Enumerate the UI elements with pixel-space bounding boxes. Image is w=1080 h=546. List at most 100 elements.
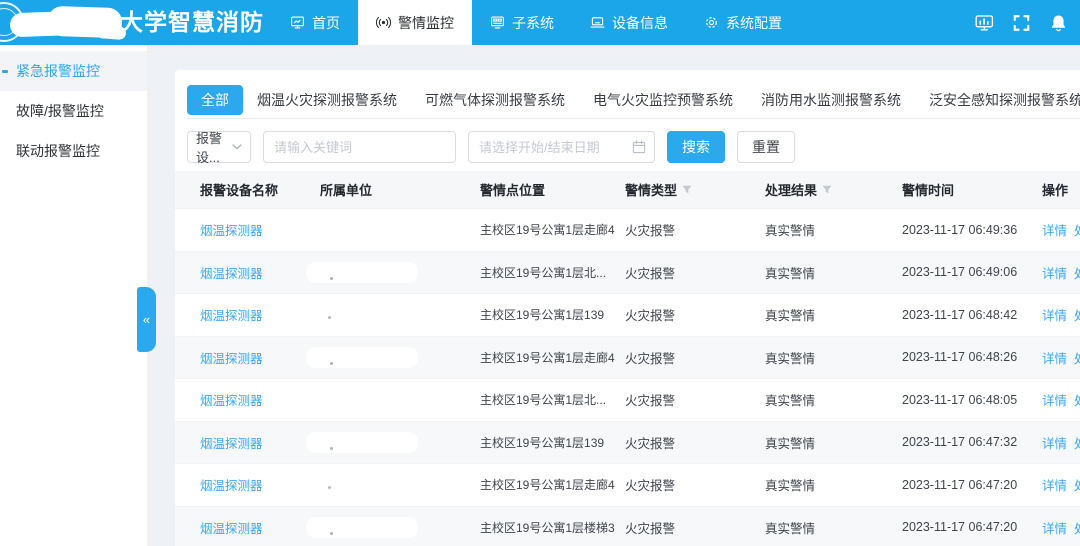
table-row: 烟温探测器 主校区19号公寓1层走廊4 火灾报警 真实警情 2023-11-17… <box>175 463 1080 506</box>
nav-item-home[interactable]: 首页 <box>272 0 358 45</box>
device-cell: 烟温探测器 <box>187 263 307 282</box>
sidebar-item-emergency-alarm-monitor[interactable]: 紧急报警监控 <box>0 51 147 91</box>
result-cell: 真实警情 <box>752 433 889 452</box>
device-cell: 烟温探测器 <box>187 433 307 452</box>
filter-bar: 报警设... 搜索 重置 <box>187 131 1080 163</box>
calendar-icon[interactable] <box>632 140 646 154</box>
handle-link[interactable]: 处理 <box>1074 390 1080 409</box>
dashboard-chart-button[interactable] <box>975 14 994 32</box>
location-cell: 主校区19号公寓1层北... <box>467 264 612 281</box>
search-button[interactable]: 搜索 <box>667 131 725 163</box>
device-link[interactable]: 烟温探测器 <box>200 479 263 493</box>
unit-cell <box>307 478 467 492</box>
tab-electrical-fire[interactable]: 电气火灾监控预警系统 <box>579 85 747 115</box>
location-cell: 主校区19号公寓1层139 <box>467 434 612 451</box>
handle-link[interactable]: 处理 <box>1074 263 1080 282</box>
result-cell: 真实警情 <box>752 263 889 282</box>
detail-link[interactable]: 详情 <box>1042 475 1067 494</box>
header-actions <box>975 0 1068 45</box>
time-cell: 2023-11-17 06:47:20 <box>889 520 1029 534</box>
detail-link[interactable]: 详情 <box>1042 263 1067 282</box>
location-cell: 主校区19号公寓1层楼梯3 <box>467 519 612 536</box>
nav-item-system-config[interactable]: 系统配置 <box>686 0 800 45</box>
operations-cell: 详情 处理 <box>1029 263 1080 282</box>
table-row: 烟温探测器 主校区19号公寓1层北... 火灾报警 真实警情 2023-11-1… <box>175 251 1080 294</box>
tab-smoke-temp[interactable]: 烟温火灾探测报警系统 <box>243 85 411 115</box>
alarm-monitor-icon <box>376 15 391 30</box>
sidebar-item-fault-alarm-monitor[interactable]: 故障/报警监控 <box>0 91 147 131</box>
tab-combustible-gas[interactable]: 可燃气体探测报警系统 <box>411 85 579 115</box>
device-link[interactable]: 烟温探测器 <box>200 352 263 366</box>
detail-link[interactable]: 详情 <box>1042 220 1067 239</box>
notifications-button[interactable] <box>1049 14 1068 32</box>
nav-item-alarm-monitor[interactable]: 警情监控 <box>358 0 472 45</box>
date-range-field <box>468 131 655 163</box>
filter-icon[interactable] <box>682 185 692 195</box>
unit-cell <box>307 432 467 453</box>
column-header: 报警设备名称 <box>187 180 307 199</box>
device-link[interactable]: 烟温探测器 <box>200 437 263 451</box>
result-cell: 真实警情 <box>752 390 889 409</box>
reset-button[interactable]: 重置 <box>737 131 795 163</box>
result-cell: 真实警情 <box>752 220 889 239</box>
device-cell: 烟温探测器 <box>187 348 307 367</box>
device-link[interactable]: 烟温探测器 <box>200 309 263 323</box>
home-icon <box>290 15 305 30</box>
device-link[interactable]: 烟温探测器 <box>200 267 263 281</box>
result-cell: 真实警情 <box>752 305 889 324</box>
redaction-dot <box>328 316 331 319</box>
time-cell: 2023-11-17 06:47:20 <box>889 478 1029 492</box>
handle-link[interactable]: 处理 <box>1074 305 1080 324</box>
subsystem-icon <box>490 15 505 30</box>
detail-link[interactable]: 详情 <box>1042 390 1067 409</box>
alarm-type-cell: 火灾报警 <box>612 475 752 494</box>
column-header: 警情点位置 <box>467 180 612 199</box>
nav-item-subsystem[interactable]: 子系统 <box>472 0 572 45</box>
location-cell: 主校区19号公寓1层走廊4 <box>467 476 612 493</box>
detail-link[interactable]: 详情 <box>1042 518 1067 537</box>
unit-cell <box>307 517 467 538</box>
detail-link[interactable]: 详情 <box>1042 433 1067 452</box>
alarm-type-cell: 火灾报警 <box>612 220 752 239</box>
location-cell: 主校区19号公寓1层139 <box>467 306 612 323</box>
sidebar: 紧急报警监控 故障/报警监控 联动报警监控 <box>0 45 148 546</box>
handle-link[interactable]: 处理 <box>1074 475 1080 494</box>
device-cell: 烟温探测器 <box>187 220 307 239</box>
keyword-input[interactable] <box>263 131 456 163</box>
redaction-blob <box>10 4 124 42</box>
active-marker-icon <box>2 70 8 73</box>
detail-link[interactable]: 详情 <box>1042 348 1067 367</box>
column-header: 处理结果 <box>752 180 889 199</box>
time-cell: 2023-11-17 06:49:36 <box>889 223 1029 237</box>
filter-icon[interactable] <box>822 185 832 195</box>
device-link[interactable]: 烟温探测器 <box>200 522 263 536</box>
handle-link[interactable]: 处理 <box>1074 348 1080 367</box>
device-link[interactable]: 烟温探测器 <box>200 394 263 408</box>
device-cell: 烟温探测器 <box>187 475 307 494</box>
operations-cell: 详情 处理 <box>1029 305 1080 324</box>
device-cell: 烟温探测器 <box>187 305 307 324</box>
sidebar-collapse-handle[interactable]: « <box>137 287 156 352</box>
table-row: 烟温探测器 主校区19号公寓1层走廊4 火灾报警 真实警情 2023-11-17… <box>175 336 1080 379</box>
device-type-select[interactable]: 报警设... <box>187 131 251 163</box>
redaction-blob <box>306 432 418 453</box>
tab-pan-security[interactable]: 泛安全感知探测报警系统 <box>915 85 1080 115</box>
select-value: 报警设... <box>196 128 232 166</box>
nav-item-device-info[interactable]: 设备信息 <box>572 0 686 45</box>
operations-cell: 详情 处理 <box>1029 220 1080 239</box>
column-header: 警情时间 <box>889 180 1029 199</box>
sidebar-item-linkage-alarm-monitor[interactable]: 联动报警监控 <box>0 131 147 171</box>
device-link[interactable]: 烟温探测器 <box>200 224 263 238</box>
handle-link[interactable]: 处理 <box>1074 433 1080 452</box>
handle-link[interactable]: 处理 <box>1074 518 1080 537</box>
detail-link[interactable]: 详情 <box>1042 305 1067 324</box>
operations-cell: 详情 处理 <box>1029 348 1080 367</box>
column-header: 警情类型 <box>612 180 752 199</box>
redaction-blob <box>306 347 418 368</box>
tab-fire-water[interactable]: 消防用水监测报警系统 <box>747 85 915 115</box>
date-range-input[interactable] <box>468 131 655 163</box>
handle-link[interactable]: 处理 <box>1074 220 1080 239</box>
tab-all[interactable]: 全部 <box>187 85 243 115</box>
result-cell: 真实警情 <box>752 518 889 537</box>
fullscreen-button[interactable] <box>1012 14 1031 32</box>
